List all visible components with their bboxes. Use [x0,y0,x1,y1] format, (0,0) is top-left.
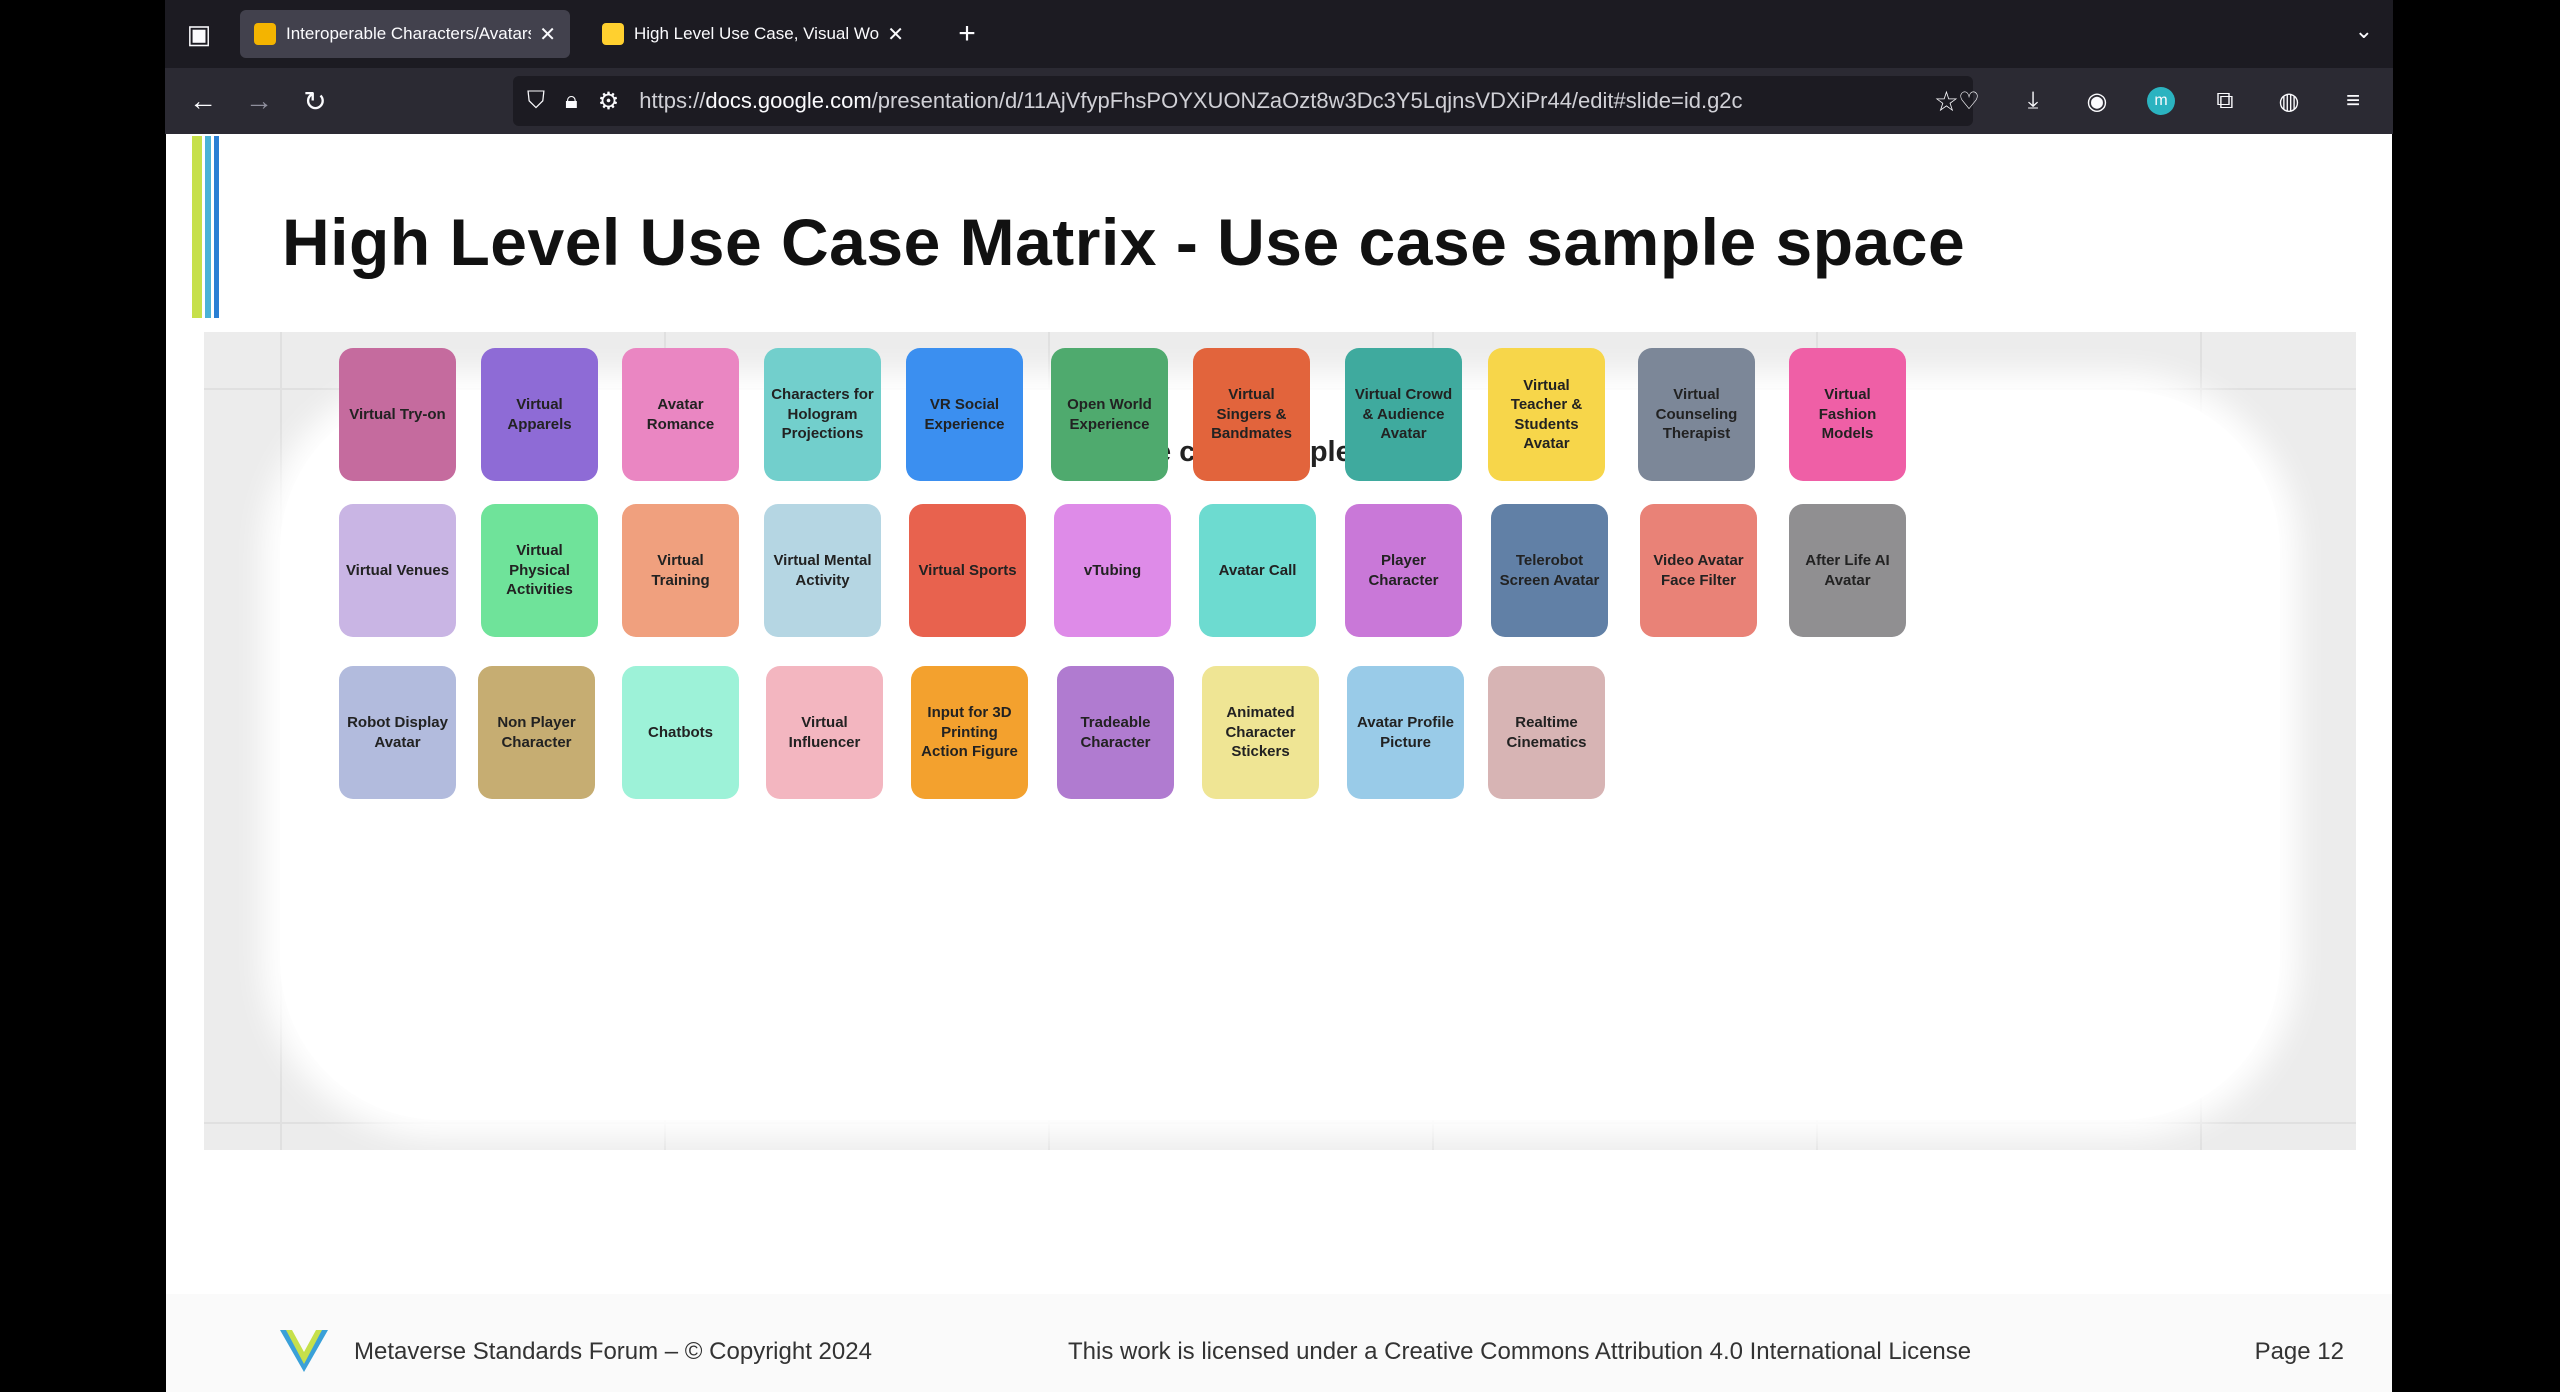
use-case-card: Video Avatar Face Filter [1640,504,1757,637]
use-case-card: Virtual Venues [339,504,456,637]
back-icon[interactable]: ← [183,81,223,121]
accent-stripe [192,136,202,318]
tab-bar: ▣ Interoperable Characters/Avatars ✕ Hig… [165,0,2393,68]
tab-high-level-use-case[interactable]: High Level Use Case, Visual Wo ✕ [588,10,918,58]
use-case-card: Virtual Training [622,504,739,637]
use-case-card: Virtual Mental Activity [764,504,881,637]
list-all-tabs-icon[interactable]: ⌄ [2355,18,2373,44]
use-case-card: Virtual Try-on [339,348,456,481]
msf-logo-icon [280,1330,328,1372]
pocket-icon[interactable]: ♡ [1949,81,1989,121]
miro-favicon-icon [602,23,624,45]
slides-favicon-icon [254,23,276,45]
use-case-card: Virtual Counseling Therapist [1638,348,1755,481]
profile-icon[interactable]: ◍ [2269,81,2309,121]
tab-interoperable-characters[interactable]: Interoperable Characters/Avatars ✕ [240,10,570,58]
use-case-card: Avatar Call [1199,504,1316,637]
reload-icon[interactable]: ↻ [295,81,335,121]
new-tab-button[interactable]: + [945,12,989,56]
navigation-bar: ← → ↻ ⛉ 🔒︎ ⚙ https://docs.google.com/pre… [165,68,2393,134]
slide-footer: Metaverse Standards Forum – © Copyright … [166,1294,2392,1392]
tab-label: Interoperable Characters/Avatars [286,24,532,43]
use-case-card: Robot Display Avatar [339,666,456,799]
use-case-card: Avatar Romance [622,348,739,481]
use-case-card: Tradeable Character [1057,666,1174,799]
footer-license: This work is licensed under a Creative C… [1068,1338,1972,1365]
use-case-card: Virtual Sports [909,504,1026,637]
downloads-icon[interactable]: ⤓ [2013,81,2053,121]
use-case-card: Virtual Influencer [766,666,883,799]
extensions-icon[interactable]: ⧉ [2205,81,2245,121]
accent-stripe [205,136,211,318]
use-case-card: Characters for Hologram Projections [764,348,881,481]
slide-title: High Level Use Case Matrix - Use case sa… [282,205,1966,279]
use-case-card: Realtime Cinematics [1488,666,1605,799]
use-case-card: Chatbots [622,666,739,799]
accent-bar [192,136,222,318]
forward-icon[interactable]: → [239,81,279,121]
use-case-card: Virtual Physical Activities [481,504,598,637]
footer-copyright: Metaverse Standards Forum – © Copyright … [354,1338,872,1365]
address-bar[interactable]: ⛉ 🔒︎ ⚙ https://docs.google.com/presentat… [513,76,1973,126]
accent-stripe [214,136,219,318]
use-case-card: Non Player Character [478,666,595,799]
url-text[interactable]: https://docs.google.com/presentation/d/1… [639,88,1922,114]
use-case-diagram: Use case sample space Virtual Try-onVirt… [204,332,2356,1150]
use-case-card: Animated Character Stickers [1202,666,1319,799]
tab-overview-icon[interactable]: ▣ [165,0,233,68]
use-case-card: Avatar Profile Picture [1347,666,1464,799]
extension-m-icon[interactable]: m [2147,87,2175,115]
use-case-card: Virtual Crowd & Audience Avatar [1345,348,1462,481]
shield-icon[interactable]: ⛉ [527,87,545,115]
use-case-card: Input for 3D Printing Action Figure [911,666,1028,799]
use-case-card: vTubing [1054,504,1171,637]
use-case-card: Virtual Singers & Bandmates [1193,348,1310,481]
permissions-icon[interactable]: ⚙ [598,87,620,116]
close-tab-icon[interactable]: ✕ [539,22,556,47]
use-case-card: VR Social Experience [906,348,1023,481]
use-case-card: Open World Experience [1051,348,1168,481]
use-case-card: Virtual Apparels [481,348,598,481]
use-case-card: Player Character [1345,504,1462,637]
slide-canvas: High Level Use Case Matrix - Use case sa… [166,134,2392,1392]
use-case-card: Virtual Teacher & Students Avatar [1488,348,1605,481]
account-icon[interactable]: ◉ [2077,81,2117,121]
use-case-card: After Life AI Avatar [1789,504,1906,637]
use-case-card: Virtual Fashion Models [1789,348,1906,481]
lock-icon[interactable]: 🔒︎ [565,87,578,115]
use-case-card: Telerobot Screen Avatar [1491,504,1608,637]
page-number: Page 12 [2254,1338,2344,1365]
close-tab-icon[interactable]: ✕ [887,22,904,47]
tab-label: High Level Use Case, Visual Wo [634,24,880,43]
menu-icon[interactable]: ≡ [2333,81,2373,121]
